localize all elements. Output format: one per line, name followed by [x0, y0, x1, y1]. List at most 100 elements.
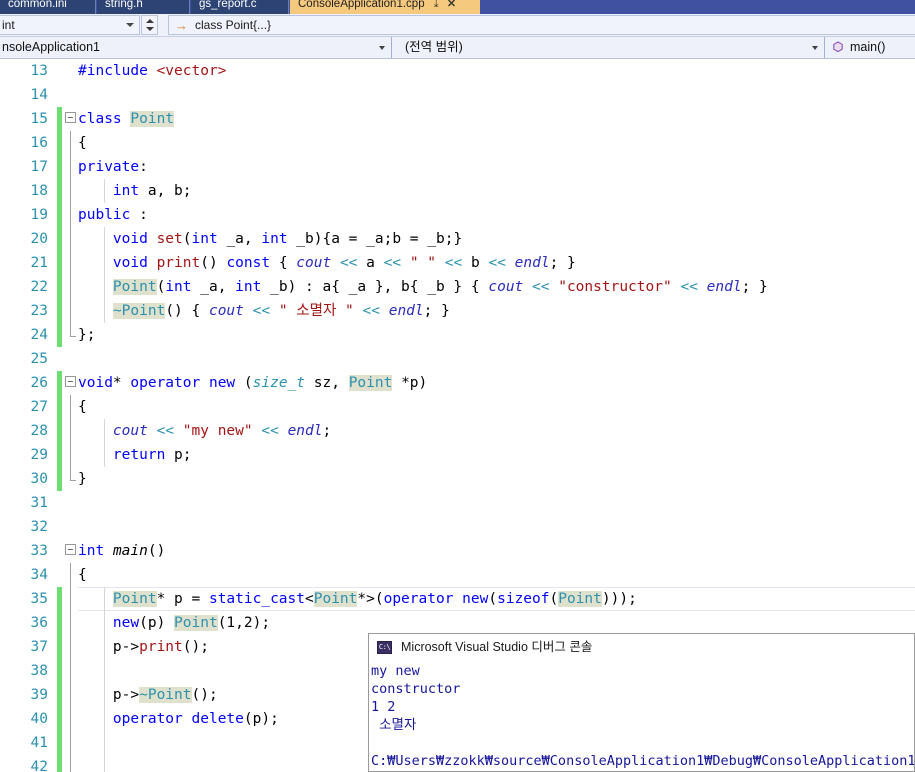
fold-margin[interactable]: [64, 131, 78, 155]
code-text: return p;: [112, 447, 192, 463]
change-indicator-bar: [57, 707, 62, 731]
code-line[interactable]: 15 class Point: [0, 107, 915, 131]
code-line[interactable]: 32: [0, 515, 915, 539]
code-line[interactable]: 22 Point(int _a, int _b) : a{ _a }, b{ _…: [0, 275, 915, 299]
tab-strip-tail: [893, 0, 915, 14]
fold-margin[interactable]: [64, 155, 78, 179]
code-text: void set(int _a, int _b){a = _a;b = _b;}: [112, 231, 463, 247]
code-line[interactable]: 28 cout << "my new" << endl;: [0, 419, 915, 443]
code-text: }: [78, 471, 87, 487]
pin-icon[interactable]: ⤓: [434, 0, 439, 13]
code-line[interactable]: 33 int main(): [0, 539, 915, 563]
fold-margin[interactable]: [64, 251, 78, 275]
change-indicator-bar: [57, 251, 62, 275]
fold-margin[interactable]: [64, 539, 78, 563]
code-line[interactable]: 18 int a, b;: [0, 179, 915, 203]
code-line[interactable]: 35 Point* p = static_cast<Point*>(operat…: [0, 587, 915, 611]
navbar-project-dropdown[interactable]: nsoleApplication1: [0, 37, 392, 58]
code-line[interactable]: 21 void print() const { cout << a << " "…: [0, 251, 915, 275]
change-indicator-bar: [57, 587, 62, 611]
fold-margin[interactable]: [64, 179, 78, 203]
line-number: 15: [30, 111, 48, 127]
code-line[interactable]: 17 private:: [0, 155, 915, 179]
code-text: #include <vector>: [78, 63, 227, 79]
code-line[interactable]: 27 {: [0, 395, 915, 419]
symbol-search-combo[interactable]: int: [0, 15, 140, 35]
fold-guide-foot: [70, 480, 76, 481]
change-indicator-bar: [57, 299, 62, 323]
fold-margin[interactable]: [64, 107, 78, 131]
code-line[interactable]: 16 {: [0, 131, 915, 155]
tab-gs-report-c[interactable]: gs_report.c: [191, 0, 289, 14]
code-text: {: [78, 399, 87, 415]
fold-margin[interactable]: [64, 515, 78, 539]
code-line[interactable]: 24};: [0, 323, 915, 347]
method-icon: [833, 41, 843, 53]
fold-margin[interactable]: [64, 371, 78, 395]
navbar-scope-dropdown[interactable]: (전역 범위): [393, 37, 825, 58]
close-icon[interactable]: ✕: [447, 0, 456, 13]
code-text: int a, b;: [112, 183, 192, 199]
fold-margin[interactable]: [64, 443, 78, 467]
tab-common-ini[interactable]: common.ini: [0, 0, 96, 14]
navbar-project-label: nsoleApplication1: [2, 40, 100, 54]
code-text: p->print();: [78, 639, 209, 655]
navbar-member-dropdown[interactable]: main(): [826, 37, 915, 58]
code-line[interactable]: 29 return p;: [0, 443, 915, 467]
chevron-down-icon[interactable]: [146, 27, 154, 31]
line-number: 14: [30, 87, 48, 103]
fold-margin[interactable]: [64, 491, 78, 515]
arrow-right-icon: →: [175, 18, 188, 33]
chevron-down-icon[interactable]: [126, 23, 134, 27]
code-line[interactable]: 26 void* operator new (size_t sz, Point *…: [0, 371, 915, 395]
fold-margin[interactable]: [64, 203, 78, 227]
tab-consoleapplication1-cpp[interactable]: ConsoleApplication1.cpp ⤓ ✕: [290, 0, 480, 14]
fold-margin[interactable]: [64, 227, 78, 251]
fold-margin[interactable]: [64, 275, 78, 299]
fold-margin[interactable]: [64, 587, 78, 611]
line-number: 13: [30, 63, 48, 79]
fold-margin[interactable]: [64, 59, 78, 83]
line-number: 26: [30, 375, 48, 391]
code-line[interactable]: 23 ~Point() { cout << " 소멸자 " << endl; }: [0, 299, 915, 323]
change-indicator-bar: [57, 419, 62, 443]
fold-margin[interactable]: [64, 395, 78, 419]
chevron-down-icon[interactable]: [379, 46, 385, 50]
tab-string-h[interactable]: string.h: [97, 0, 190, 14]
fold-margin[interactable]: [64, 419, 78, 443]
code-line[interactable]: 14: [0, 83, 915, 107]
code-line[interactable]: 13 #include <vector>: [0, 59, 915, 83]
fold-margin[interactable]: [64, 755, 78, 772]
fold-margin[interactable]: [64, 83, 78, 107]
fold-margin[interactable]: [64, 611, 78, 635]
line-number: 22: [30, 279, 48, 295]
fold-margin[interactable]: [64, 299, 78, 323]
fold-margin[interactable]: [64, 683, 78, 707]
fold-margin[interactable]: [64, 659, 78, 683]
navigation-bar: nsoleApplication1 (전역 범위) main(): [0, 37, 915, 59]
fold-margin[interactable]: [64, 635, 78, 659]
code-line[interactable]: 20 void set(int _a, int _b){a = _a;b = _…: [0, 227, 915, 251]
debug-console-window[interactable]: C:\ Microsoft Visual Studio 디버그 콘솔 my ne…: [368, 633, 915, 772]
fold-margin[interactable]: [64, 731, 78, 755]
fold-margin[interactable]: [64, 347, 78, 371]
code-line[interactable]: 25: [0, 347, 915, 371]
code-line[interactable]: 19 public :: [0, 203, 915, 227]
fold-margin[interactable]: [64, 467, 78, 491]
code-line[interactable]: 31: [0, 491, 915, 515]
fold-margin[interactable]: [64, 707, 78, 731]
code-line[interactable]: 30}: [0, 467, 915, 491]
code-line[interactable]: 36 new(p) Point(1,2);: [0, 611, 915, 635]
chevron-down-icon[interactable]: [812, 46, 818, 50]
collapse-region-icon[interactable]: [65, 376, 76, 387]
collapse-region-icon[interactable]: [65, 112, 76, 123]
collapse-region-icon[interactable]: [65, 544, 76, 555]
symbol-result-label[interactable]: → class Point{...}: [168, 15, 915, 35]
chevron-up-icon[interactable]: [146, 19, 154, 23]
fold-guide-line: [70, 467, 71, 481]
fold-margin[interactable]: [64, 563, 78, 587]
fold-margin[interactable]: [64, 323, 78, 347]
symbol-result-stepper[interactable]: [141, 15, 158, 35]
code-line[interactable]: 34 {: [0, 563, 915, 587]
line-number: 31: [30, 495, 48, 511]
